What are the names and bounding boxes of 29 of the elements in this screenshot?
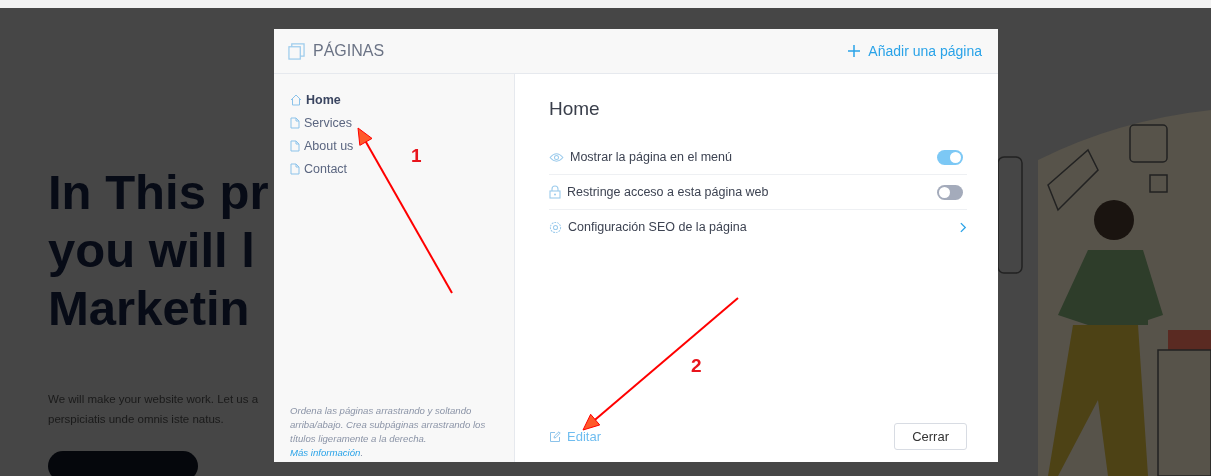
eye-icon bbox=[549, 151, 564, 163]
pages-icon bbox=[288, 42, 305, 60]
hero-heading-line: In This pr bbox=[48, 164, 269, 221]
setting-label: Mostrar la página en el menú bbox=[570, 150, 733, 164]
hero-heading-line: you will l bbox=[48, 222, 255, 279]
toggle-switch[interactable] bbox=[937, 184, 963, 200]
page-item[interactable]: About us bbox=[290, 137, 354, 155]
page-item[interactable]: Contact bbox=[290, 160, 348, 178]
close-button[interactable]: Cerrar bbox=[894, 423, 967, 450]
annotation-number: 1 bbox=[411, 145, 422, 167]
page-title: Home bbox=[549, 98, 601, 120]
help-text: Ordena las páginas arrastrando y soltando arriba/abajo. Crea subpáginas arrastrando los títulos ligeramente a la derecha. Más información. bbox=[290, 404, 487, 460]
document-icon bbox=[290, 163, 300, 175]
settings-icon bbox=[549, 220, 562, 234]
setting-label: Configuración SEO de la página bbox=[568, 220, 748, 234]
plus-icon bbox=[848, 45, 861, 57]
toggle-switch[interactable] bbox=[937, 149, 963, 165]
annotation-number: 2 bbox=[691, 355, 702, 377]
page-item[interactable]: Services bbox=[290, 114, 352, 132]
edit-icon bbox=[549, 430, 561, 443]
home-icon bbox=[290, 94, 302, 106]
chevron-right-icon[interactable] bbox=[960, 221, 967, 233]
lock-icon bbox=[549, 185, 561, 199]
document-icon bbox=[290, 117, 300, 129]
document-icon bbox=[290, 140, 300, 152]
setting-label: Restringe acceso a esta página web bbox=[567, 185, 770, 199]
page-item[interactable]: Home bbox=[290, 91, 341, 109]
dialog-title: PÁGINAS bbox=[313, 42, 385, 60]
hero-heading-line: Marketin bbox=[48, 280, 250, 337]
